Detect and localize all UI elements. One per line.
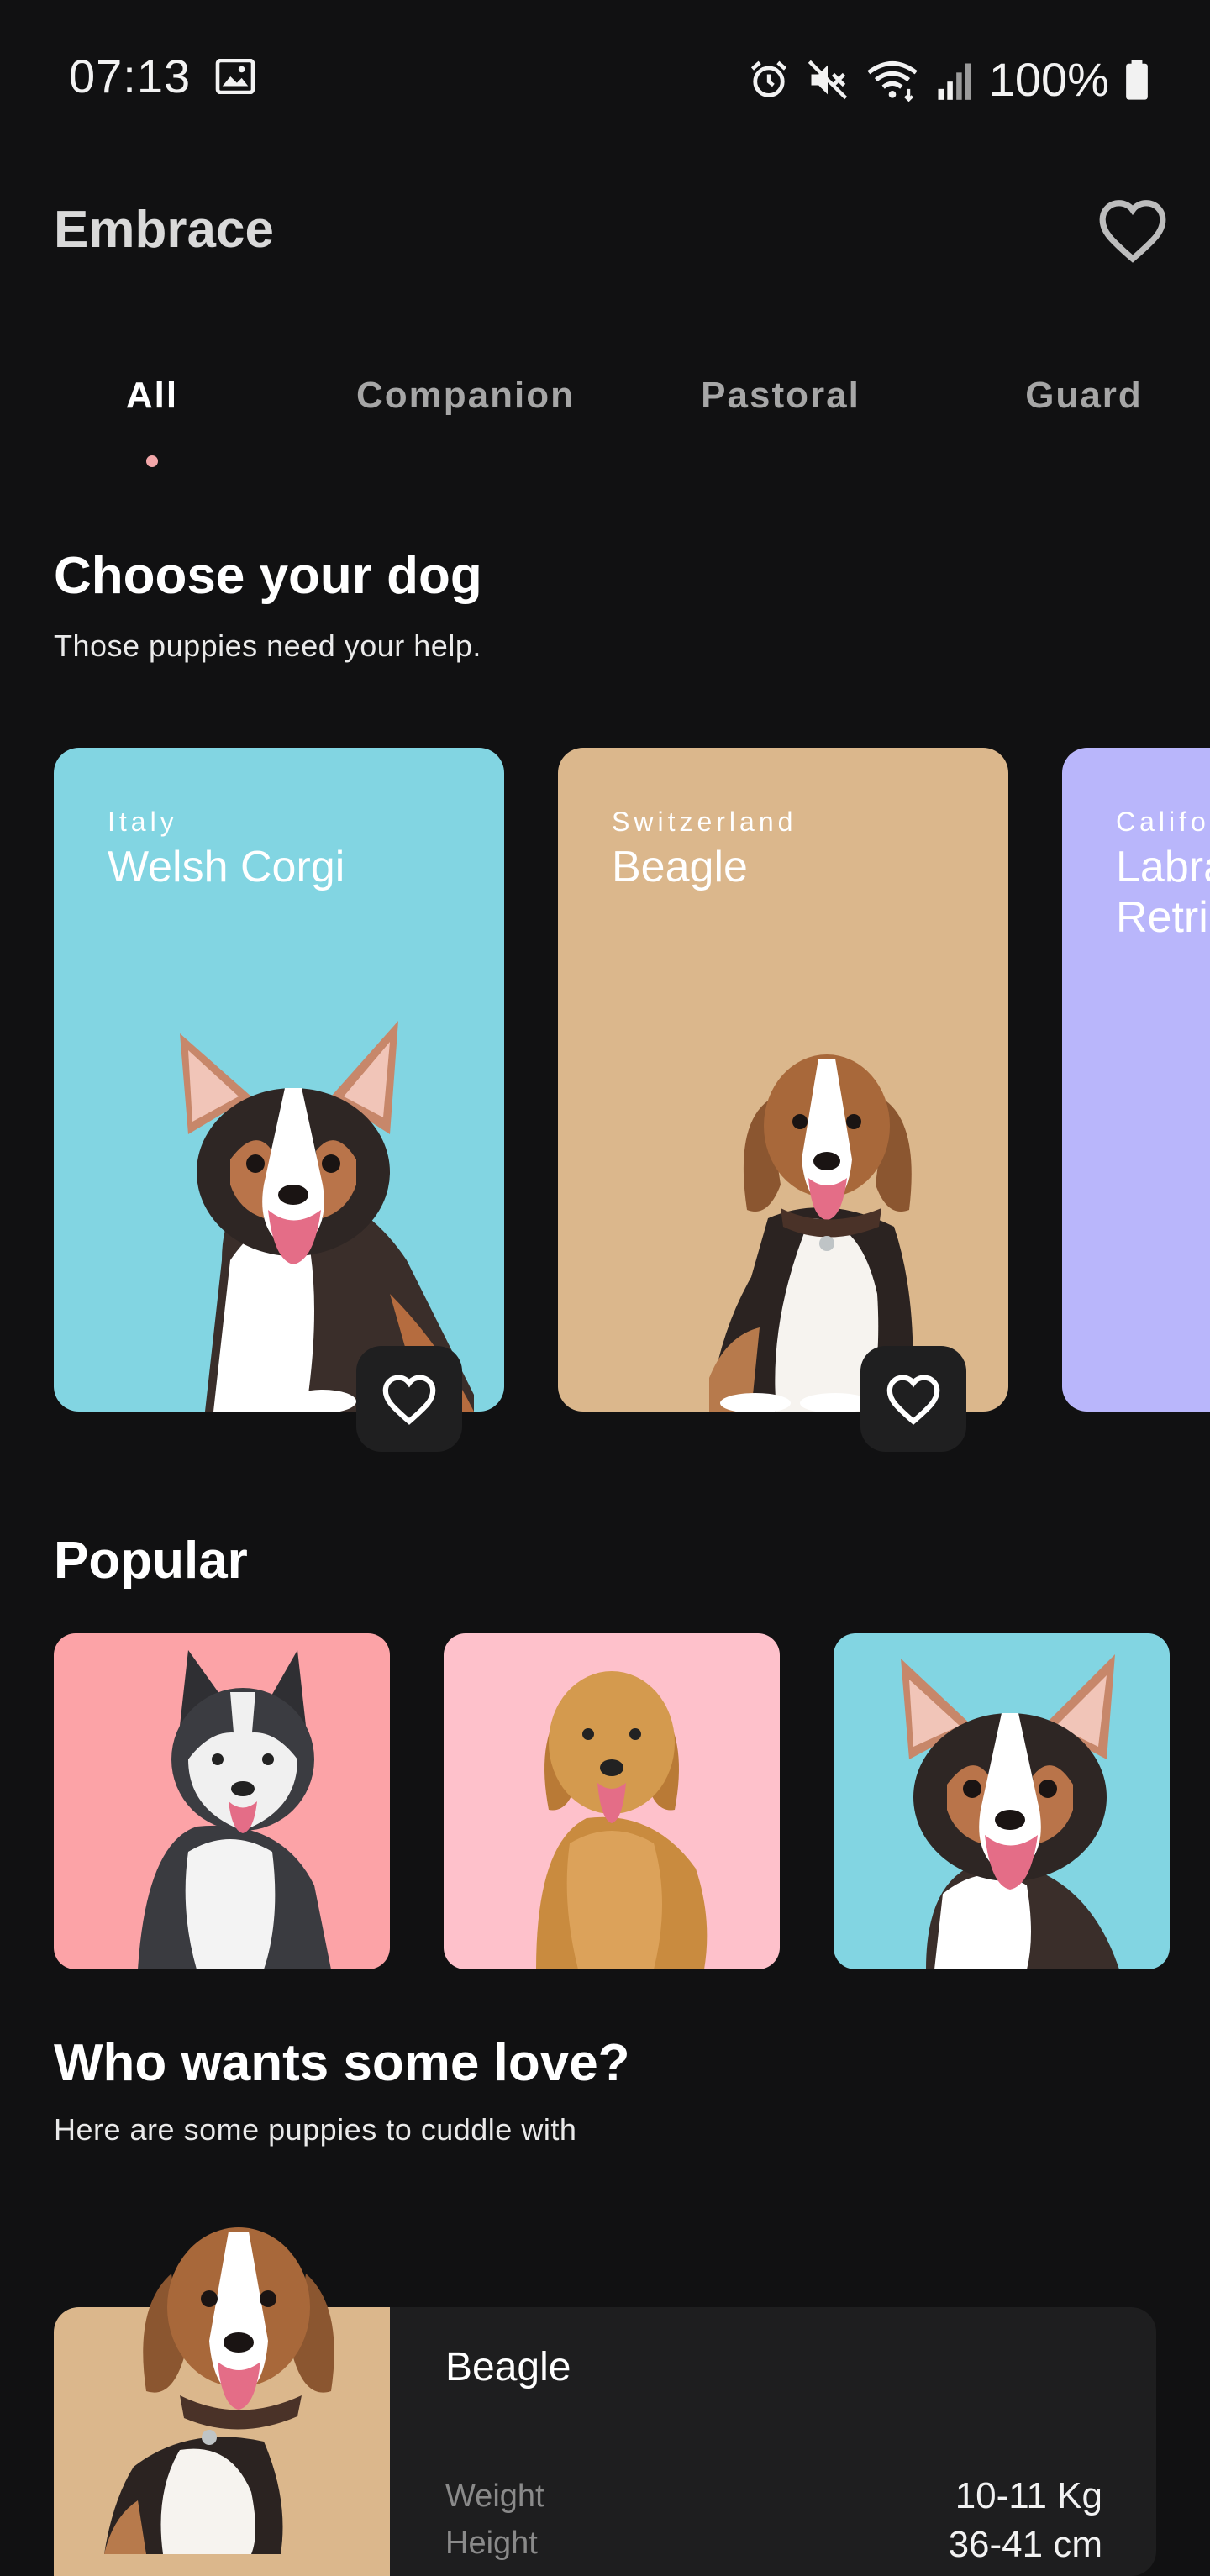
alarm-icon: [750, 60, 786, 97]
wifi-icon: [867, 60, 918, 102]
card-breed: Labra Retrie: [1116, 843, 1210, 942]
favorite-button-corgi[interactable]: [356, 1346, 462, 1452]
gallery-icon: [215, 59, 255, 94]
dog-card-corgi[interactable]: Italy Welsh Corgi: [54, 748, 504, 1412]
app-title: Embrace: [54, 201, 274, 259]
status-icons: 100%: [747, 52, 1150, 107]
battery-icon: [1126, 59, 1148, 100]
card-origin: Switzerland: [612, 807, 797, 837]
signal-icon: [938, 63, 971, 100]
choose-title: Choose your dog: [54, 547, 482, 605]
tab-companion[interactable]: Companion: [356, 375, 575, 417]
love-item-name: Beagle: [445, 2345, 571, 2389]
golden-retriever-photo: [536, 1671, 708, 1969]
popular-item-husky[interactable]: [54, 1633, 390, 1969]
card-breed: Beagle: [612, 843, 748, 891]
weight-value: 10-11 Kg: [955, 2475, 1102, 2516]
height-value: 36-41 cm: [948, 2524, 1102, 2565]
tab-all[interactable]: All: [126, 375, 178, 417]
choose-subtitle: Those puppies need your help.: [54, 628, 481, 663]
dog-card-labrador[interactable]: Califo Labra Retrie: [1062, 748, 1210, 1412]
height-label: Height: [445, 2526, 538, 2561]
corgi-photo: [901, 1654, 1119, 1969]
beagle-photo: [709, 1054, 913, 1412]
love-subtitle: Here are some puppies to cuddle with: [54, 2112, 577, 2147]
husky-photo: [138, 1650, 331, 1969]
heart-icon: [382, 1375, 436, 1425]
heart-icon: [1099, 200, 1166, 263]
popular-item-golden[interactable]: [444, 1633, 780, 1969]
love-title: Who wants some love?: [54, 2034, 630, 2092]
popular-item-corgi[interactable]: [834, 1633, 1170, 1969]
card-origin: Califo: [1116, 807, 1210, 837]
beagle-photo: [104, 2227, 334, 2554]
heart-icon: [886, 1375, 940, 1425]
dog-card-beagle[interactable]: Switzerland Beagle: [558, 748, 1008, 1412]
status-time: 07:13: [69, 50, 192, 103]
mute-icon: [808, 60, 847, 99]
category-tabs: All Companion Pastoral Guard: [0, 375, 1210, 476]
favorites-button[interactable]: [1092, 190, 1173, 271]
active-tab-indicator: [146, 455, 158, 467]
tab-guard[interactable]: Guard: [1025, 375, 1143, 417]
battery-level: 100%: [988, 53, 1109, 106]
popular-title: Popular: [54, 1532, 248, 1590]
card-breed: Welsh Corgi: [108, 843, 345, 891]
card-origin: Italy: [108, 807, 178, 837]
tab-pastoral[interactable]: Pastoral: [701, 375, 860, 417]
favorite-button-beagle[interactable]: [860, 1346, 966, 1452]
corgi-photo: [180, 1021, 474, 1412]
weight-label: Weight: [445, 2479, 544, 2514]
